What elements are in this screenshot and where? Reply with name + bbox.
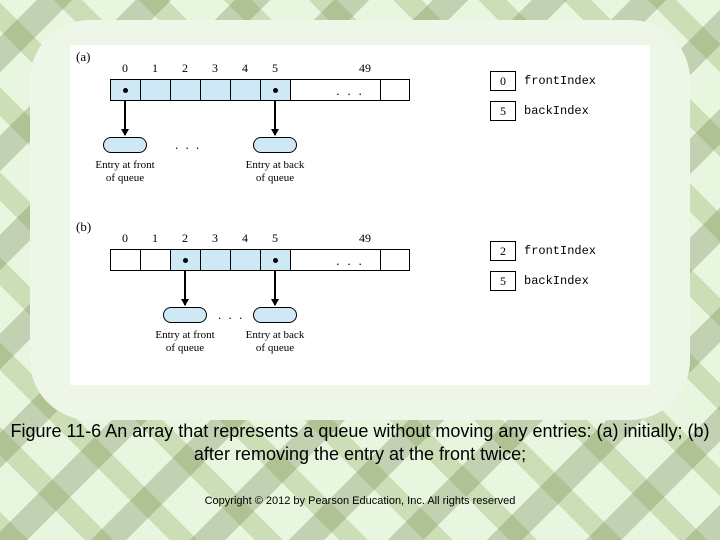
array-cell xyxy=(260,249,290,271)
index-label: 0 xyxy=(110,61,140,76)
index-label: 4 xyxy=(230,61,260,76)
array-ellipsis: . . . xyxy=(320,249,380,271)
array-cell xyxy=(140,249,170,271)
array-a: . . . xyxy=(110,79,410,101)
array-cell xyxy=(110,79,140,101)
array-cell xyxy=(110,249,140,271)
frontindex-box-a: 0 xyxy=(490,71,516,91)
array-ellipsis: . . . xyxy=(320,79,380,101)
index-label: 3 xyxy=(200,231,230,246)
back-entry-label-a: Entry at back of queue xyxy=(235,159,315,184)
frontindex-label-a: frontIndex xyxy=(524,74,596,88)
subfigure-a-label: (a) xyxy=(76,49,90,65)
array-cell xyxy=(290,249,320,271)
index-label: 1 xyxy=(140,231,170,246)
figure-caption: Figure 11-6 An array that represents a q… xyxy=(0,420,720,467)
backindex-box-b: 5 xyxy=(490,271,516,291)
arrow-back-a xyxy=(274,101,276,135)
entry-dot xyxy=(123,88,128,93)
entry-dot xyxy=(183,258,188,263)
frontindex-box-b: 2 xyxy=(490,241,516,261)
front-entry-label-a: Entry at front of queue xyxy=(85,159,165,184)
entry-dot xyxy=(273,258,278,263)
index-row-a: 0 1 2 3 4 5 49 xyxy=(110,61,380,76)
array-cell xyxy=(170,79,200,101)
index-label: 2 xyxy=(170,61,200,76)
entry-lozenge-back-a xyxy=(253,137,297,153)
entry-dot xyxy=(273,88,278,93)
figure-panel: (a) 0 1 2 3 4 5 49 . . . . . . xyxy=(70,45,650,385)
index-label: 5 xyxy=(260,61,290,76)
frontindex-label-b: frontIndex xyxy=(524,244,596,258)
backindex-label-b: backIndex xyxy=(524,274,589,288)
array-cell xyxy=(170,249,200,271)
subfigure-a: (a) 0 1 2 3 4 5 49 . . . . . . xyxy=(70,45,650,215)
index-label: 4 xyxy=(230,231,260,246)
array-cell xyxy=(140,79,170,101)
array-cell xyxy=(380,79,410,101)
copyright-notice: Copyright © 2012 by Pearson Education, I… xyxy=(0,495,720,507)
array-cell xyxy=(230,79,260,101)
index-label: 49 xyxy=(350,231,380,246)
array-b: . . . xyxy=(110,249,410,271)
subfigure-b-label: (b) xyxy=(76,219,91,235)
index-gap xyxy=(290,61,350,76)
lozenge-ellipsis-b: . . . xyxy=(218,307,244,323)
backindex-box-a: 5 xyxy=(490,101,516,121)
index-label: 5 xyxy=(260,231,290,246)
entry-lozenge-back-b xyxy=(253,307,297,323)
entry-lozenge-front-a xyxy=(103,137,147,153)
array-cell xyxy=(230,249,260,271)
array-cell xyxy=(260,79,290,101)
index-label: 0 xyxy=(110,231,140,246)
backindex-label-a: backIndex xyxy=(524,104,589,118)
index-label: 3 xyxy=(200,61,230,76)
array-cell xyxy=(380,249,410,271)
arrow-front-a xyxy=(124,101,126,135)
array-cell xyxy=(200,249,230,271)
index-label: 2 xyxy=(170,231,200,246)
subfigure-b: (b) 0 1 2 3 4 5 49 . . . . . . xyxy=(70,215,650,385)
index-row-b: 0 1 2 3 4 5 49 xyxy=(110,231,380,246)
index-gap xyxy=(290,231,350,246)
front-entry-label-b: Entry at front of queue xyxy=(145,329,225,354)
lozenge-ellipsis-a: . . . xyxy=(175,137,201,153)
entry-lozenge-front-b xyxy=(163,307,207,323)
index-label: 49 xyxy=(350,61,380,76)
array-cell xyxy=(200,79,230,101)
arrow-back-b xyxy=(274,271,276,305)
back-entry-label-b: Entry at back of queue xyxy=(235,329,315,354)
arrow-front-b xyxy=(184,271,186,305)
array-cell xyxy=(290,79,320,101)
index-label: 1 xyxy=(140,61,170,76)
